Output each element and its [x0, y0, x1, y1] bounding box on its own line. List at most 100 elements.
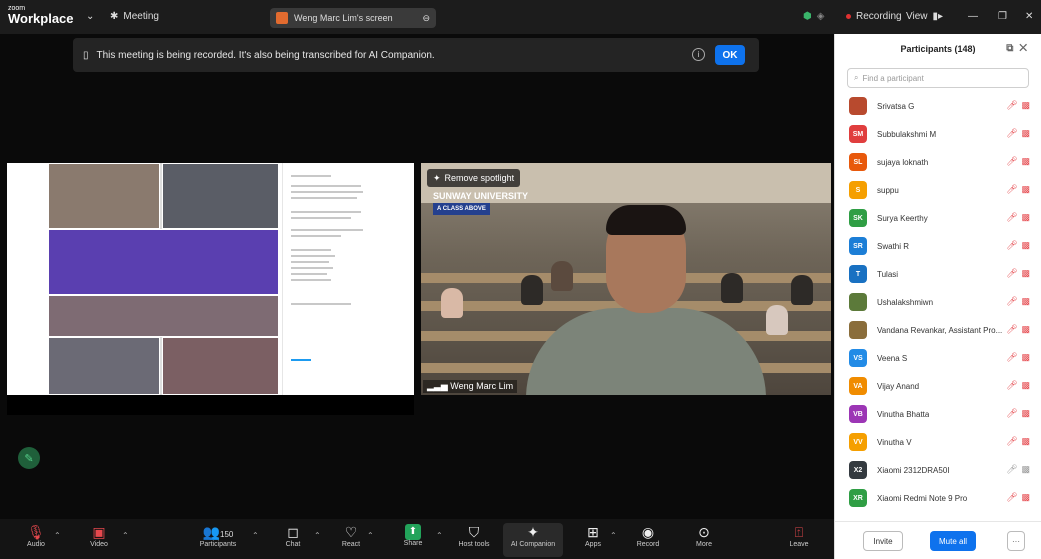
participant-status-icons: 🎤︎▩ [1006, 212, 1034, 222]
audience-person [521, 275, 543, 305]
apps-label: Apps [585, 541, 601, 548]
post-text-line [291, 359, 311, 361]
remove-spotlight-button[interactable]: ✦ Remove spotlight [427, 169, 521, 187]
participant-row[interactable]: SM Subbulakshmi M 🎤︎▩ [835, 120, 1041, 148]
avatar: SR [849, 237, 867, 255]
apps-options-chevron[interactable]: ⌃ [610, 531, 617, 540]
participant-status-icons: 🎤︎▩ [1006, 100, 1034, 110]
participant-row[interactable]: Srivatsa G 🎤︎▩ [835, 92, 1041, 120]
restore-button[interactable]: ❐ [998, 11, 1007, 22]
audio-button[interactable]: 🎙 Audio [8, 523, 64, 557]
participant-row[interactable]: T Tulasi 🎤︎▩ [835, 260, 1041, 288]
participant-row[interactable]: SR Swathi R 🎤︎▩ [835, 232, 1041, 260]
participants-options-chevron[interactable]: ⌃ [252, 531, 259, 540]
react-options-chevron[interactable]: ⌃ [367, 531, 374, 540]
avatar: XR [849, 489, 867, 507]
pencil-icon: ✎ [24, 452, 34, 465]
shared-screen-tile[interactable] [7, 163, 414, 415]
minimize-button[interactable]: — [968, 11, 978, 22]
video-label: Video [90, 541, 108, 548]
social-post-image [282, 163, 382, 395]
security-shield[interactable]: ⬢ ◈ [803, 11, 824, 22]
minimize-icon: — [968, 11, 978, 22]
participant-name: Subbulakshmi M [877, 129, 937, 139]
photo-two-men [162, 163, 279, 229]
close-panel-icon[interactable]: ✕ [1019, 43, 1033, 54]
post-text-line [291, 255, 335, 257]
banner-message: This meeting is being recorded. It's als… [96, 49, 435, 61]
org-tag: A CLASS ABOVE [433, 203, 490, 215]
participant-name: Vandana Revankar, Assistant Pro... [877, 325, 1003, 335]
ai-companion-button[interactable]: ✦ AI Companion [503, 523, 563, 557]
more-dots-icon: ⊙ [698, 524, 710, 540]
participants-panel: Participants (148) ⧉✕ ⌕ Find a participa… [834, 34, 1041, 559]
view-menu-button[interactable]: View ▮▸ [906, 11, 943, 22]
recording-indicator[interactable]: Recording [846, 11, 902, 22]
banner-ok-button[interactable]: OK [715, 45, 745, 65]
record-icon: ◉ [641, 524, 655, 540]
audio-options-chevron[interactable]: ⌃ [54, 531, 61, 540]
avatar [849, 97, 867, 115]
participant-row[interactable]: XR Xiaomi Redmi Note 9 Pro 🎤︎▩ [835, 484, 1041, 512]
avatar: VA [849, 377, 867, 395]
participant-row[interactable]: SK Surya Keerthy 🎤︎▩ [835, 204, 1041, 232]
chat-options-chevron[interactable]: ⌃ [314, 531, 321, 540]
photo-delegates-left [48, 337, 160, 395]
participant-row[interactable]: Ushalakshmiwn 🎤︎▩ [835, 288, 1041, 316]
share-label: Weng Marc Lim's screen [294, 13, 393, 23]
meeting-toolbar: 🎙 Audio ⌃ ▣ Video ⌃ 👥150 Participants ⌃ … [0, 519, 834, 559]
video-options-chevron[interactable]: ⌃ [122, 531, 129, 540]
participant-row[interactable]: X2 Xiaomi 2312DRA50I 🎤︎▩ [835, 456, 1041, 484]
leave-button[interactable]: ⍐ Leave [771, 523, 827, 557]
info-icon[interactable]: i [692, 48, 705, 61]
pin-icon: ✦ [433, 172, 441, 183]
zoom-meeting-window: zoom Workplace ⌄ ✱ Meeting Weng Marc Lim… [0, 0, 1041, 559]
share-button[interactable]: ⬆ Share [385, 523, 441, 557]
post-text-line [291, 191, 363, 193]
close-button[interactable]: ✕ [1025, 11, 1033, 22]
speaker-name: Weng Marc Lim [450, 381, 514, 391]
speaker-video-tile[interactable]: ✦ Remove spotlight SUNWAY UNIVERSITY A C… [421, 163, 831, 395]
host-tools-button[interactable]: ⛉ Host tools [446, 523, 502, 557]
participant-status-icons: 🎤︎▩ [1006, 436, 1034, 446]
apps-button[interactable]: ⊞ Apps [565, 523, 621, 557]
more-button[interactable]: ⊙ More [676, 523, 732, 557]
leave-door-icon: ⍐ [794, 524, 804, 540]
search-placeholder: Find a participant [862, 73, 924, 83]
participant-status-icons: 🎤︎▩ [1006, 296, 1034, 306]
mute-all-button[interactable]: Mute all [930, 531, 976, 551]
video-button[interactable]: ▣ Video [71, 523, 127, 557]
participant-status-icons: 🎤︎▩ [1006, 352, 1034, 362]
document-icon: ▯ [83, 49, 89, 61]
post-text-line [291, 249, 331, 251]
annotate-pencil-button[interactable]: ✎ [18, 447, 40, 469]
app-menu-chevron[interactable]: ⌄ [86, 11, 94, 22]
speaker-hair [606, 205, 686, 235]
share-options-chevron[interactable]: ⌃ [436, 531, 443, 540]
participant-name: Swathi R [877, 241, 910, 251]
pop-out-icon[interactable]: ⧉ [1006, 43, 1019, 54]
participant-row[interactable]: VV Vinutha V 🎤︎▩ [835, 428, 1041, 456]
record-button[interactable]: ◉ Record [620, 523, 676, 557]
avatar [849, 321, 867, 339]
view-grid-icon: ▮▸ [932, 11, 944, 22]
sunway-logo: SUNWAY UNIVERSITY A CLASS ABOVE [433, 187, 528, 215]
participant-row[interactable]: VB Vinutha Bhatta 🎤︎▩ [835, 400, 1041, 428]
participant-row[interactable]: SL sujaya loknath 🎤︎▩ [835, 148, 1041, 176]
participants-button[interactable]: 👥150 Participants [188, 523, 248, 557]
restore-icon: ❐ [998, 11, 1007, 22]
participant-row[interactable]: VA Vijay Anand 🎤︎▩ [835, 372, 1041, 400]
participant-search-input[interactable]: ⌕ Find a participant [847, 68, 1029, 88]
screen-share-indicator[interactable]: Weng Marc Lim's screen ⊖ [270, 8, 436, 28]
participant-row[interactable]: Ssuppu 🎤︎▩ [835, 176, 1041, 204]
react-button[interactable]: ♡ React [323, 523, 379, 557]
participant-row[interactable]: Vandana Revankar, Assistant Pro... 🎤︎▩ [835, 316, 1041, 344]
chat-button[interactable]: ◻ Chat [265, 523, 321, 557]
view-options-icon[interactable]: ⊖ [422, 13, 430, 24]
meeting-info-button[interactable]: ✱ Meeting [110, 11, 159, 22]
panel-more-button[interactable]: ··· [1007, 531, 1025, 551]
post-text-line [291, 267, 333, 269]
invite-button[interactable]: Invite [863, 531, 903, 551]
participant-name: Ushalakshmiwn [877, 297, 934, 307]
participant-row[interactable]: VS Veena S 🎤︎▩ [835, 344, 1041, 372]
